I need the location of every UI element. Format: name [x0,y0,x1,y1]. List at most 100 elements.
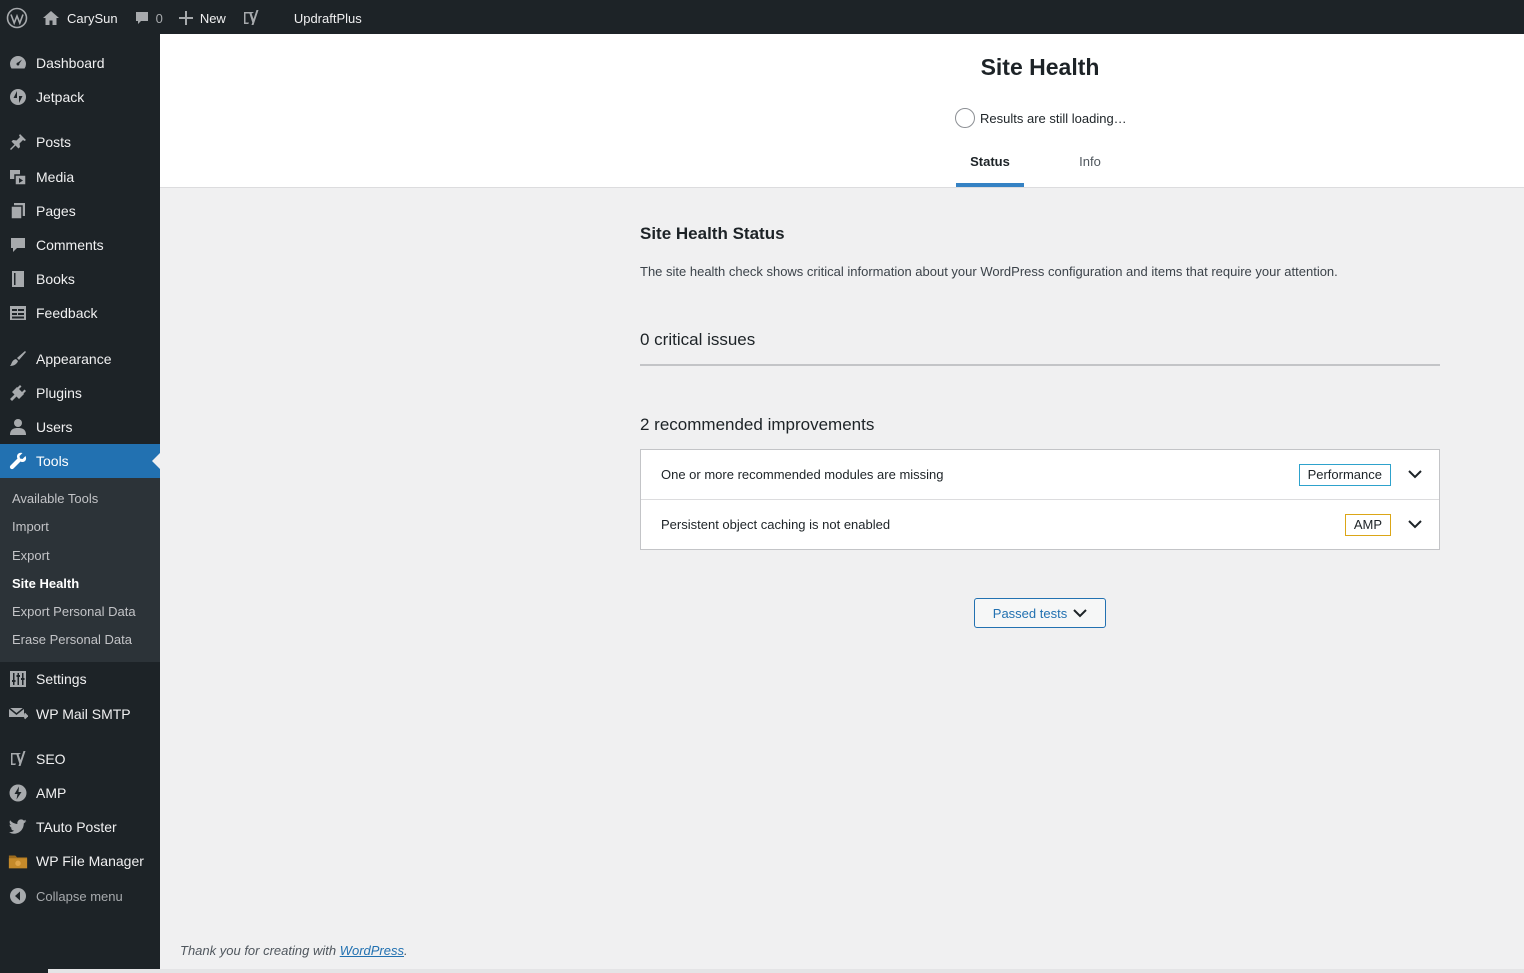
collapse-menu-button[interactable]: Collapse menu [0,879,160,913]
sidebar-item-tools[interactable]: Tools [0,444,160,478]
sidebar-item-label: Settings [36,671,87,687]
issue-row[interactable]: One or more recommended modules are miss… [641,450,1439,500]
sidebar-item-label: Media [36,169,75,185]
admin-sidebar: Dashboard Jetpack Posts Media Pages Comm… [0,34,160,973]
sidebar-item-label: TAuto Poster [36,819,117,835]
page-title: Site Health [980,54,1100,80]
book-icon [8,269,28,289]
sidebar-item-appearance[interactable]: Appearance [0,342,160,376]
yoast-icon [243,10,259,25]
new-content-button[interactable]: New [171,2,234,34]
admin-bar: CarySun 0 New UpdraftPlus [0,0,1524,34]
sidebar-item-amp[interactable]: AMP [0,776,160,810]
plug-icon [8,383,28,403]
sidebar-item-dashboard[interactable]: Dashboard [0,46,160,80]
chevron-down-icon [1073,608,1087,617]
collapse-menu-label: Collapse menu [36,888,123,904]
tab-info[interactable]: Info [1056,150,1124,187]
sidebar-item-wp-file-manager[interactable]: WP File Manager [0,844,160,878]
feedback-icon [8,303,28,323]
issue-label: Persistent object caching is not enabled [661,517,891,532]
sidebar-item-tauto-poster[interactable]: TAuto Poster [0,810,160,844]
sidebar-item-seo[interactable]: SEO [0,742,160,776]
folder-icon [8,851,28,871]
progress-circle-icon [955,108,975,128]
sidebar-item-comments[interactable]: Comments [0,228,160,262]
performance-badge: Performance [1298,463,1391,486]
plus-icon [178,11,193,25]
submenu-export-personal-data[interactable]: Export Personal Data [12,602,136,622]
submenu-available-tools[interactable]: Available Tools [12,489,98,509]
loading-indicator: Results are still loading… [955,108,1127,128]
critical-issues-title: 0 critical issues [640,330,756,349]
site-health-header: Site Health Results are still loading… S… [160,34,1524,188]
recommended-issues-list: One or more recommended modules are miss… [640,449,1440,550]
submenu-erase-personal-data[interactable]: Erase Personal Data [12,630,132,650]
sidebar-item-label: Posts [36,134,72,150]
wordpress-logo-icon [6,7,28,29]
dashboard-icon [8,53,28,73]
recommended-improvements-title: 2 recommended improvements [640,415,875,434]
jetpack-icon [8,87,28,107]
sidebar-item-label: Plugins [36,385,82,401]
amp-icon [8,783,28,803]
tools-submenu: Available Tools Import Export Site Healt… [0,478,160,662]
settings-icon [8,669,28,689]
sidebar-item-feedback[interactable]: Feedback [0,296,160,330]
sidebar-item-wp-mail-smtp[interactable]: WP Mail SMTP [0,697,160,731]
sidebar-item-label: Feedback [36,305,98,321]
sidebar-item-label: Jetpack [36,89,85,105]
submenu-export[interactable]: Export [12,546,50,566]
passed-tests-button[interactable]: Passed tests [974,598,1106,628]
chevron-down-icon[interactable] [1405,465,1425,485]
sidebar-item-label: AMP [36,785,67,801]
sidebar-item-label: SEO [36,751,66,767]
new-label: New [199,10,226,26]
sidebar-item-plugins[interactable]: Plugins [0,376,160,410]
wrench-icon [8,451,28,471]
issue-row[interactable]: Persistent object caching is not enabled… [641,500,1439,549]
sidebar-item-media[interactable]: Media [0,160,160,194]
sidebar-item-label: WP File Manager [36,853,144,869]
sidebar-item-jetpack[interactable]: Jetpack [0,80,160,114]
bottom-scrollbar [48,969,1524,973]
sidebar-item-label: Tools [36,453,69,469]
loading-text: Results are still loading… [980,110,1127,126]
updraftplus-link[interactable]: UpdraftPlus [268,2,370,34]
admin-footer: Thank you for creating with WordPress. [180,943,408,958]
home-icon [43,11,59,25]
sidebar-item-label: Books [36,271,75,287]
sidebar-item-label: Pages [36,203,76,219]
media-icon [8,167,28,187]
comment-icon [135,12,148,24]
updraftplus-label: UpdraftPlus [293,10,362,26]
critical-divider [640,364,1440,366]
sidebar-item-label: Appearance [36,351,112,367]
wordpress-logo-button[interactable] [0,2,34,34]
sidebar-item-label: WP Mail SMTP [36,706,131,722]
twitter-icon [8,817,28,837]
site-name-label: CarySun [67,10,118,26]
mail-icon [8,704,28,724]
sidebar-item-pages[interactable]: Pages [0,194,160,228]
sidebar-item-settings[interactable]: Settings [0,662,160,696]
user-icon [8,417,28,437]
submenu-site-health[interactable]: Site Health [12,574,79,594]
wordpress-link[interactable]: WordPress [340,943,404,958]
sidebar-item-users[interactable]: Users [0,410,160,444]
comments-count: 0 [155,10,163,26]
sidebar-item-books[interactable]: Books [0,262,160,296]
pin-icon [8,132,28,152]
sidebar-item-label: Dashboard [36,55,105,71]
tab-status[interactable]: Status [956,150,1024,187]
site-health-description: The site health check shows critical inf… [640,264,1338,279]
pages-icon [8,201,28,221]
site-name-link[interactable]: CarySun [34,2,126,34]
chevron-down-icon[interactable] [1405,515,1425,535]
issue-label: One or more recommended modules are miss… [661,467,944,482]
footer-period: . [404,943,408,958]
yoast-seo-button[interactable] [234,2,268,34]
sidebar-item-posts[interactable]: Posts [0,125,160,159]
submenu-import[interactable]: Import [12,517,49,537]
comments-link[interactable]: 0 [126,2,171,34]
